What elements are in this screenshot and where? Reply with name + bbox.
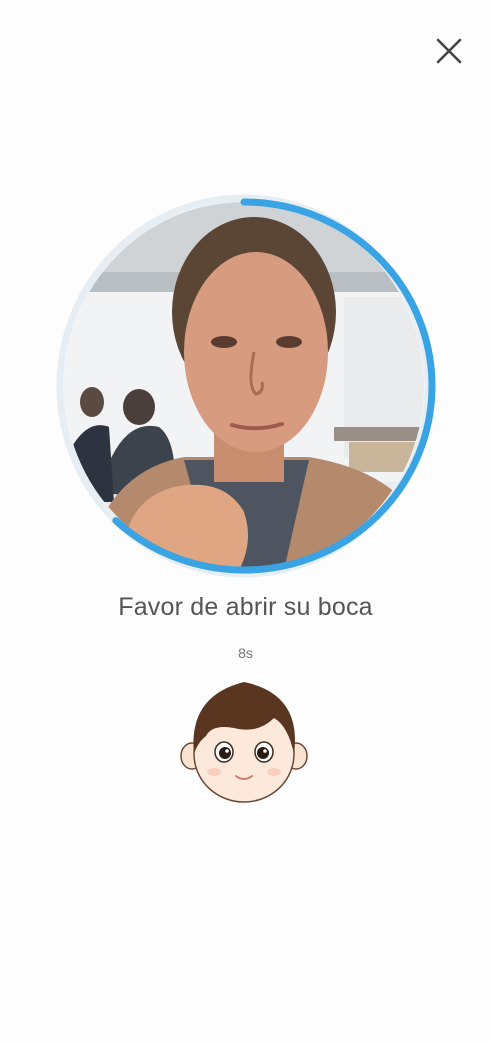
instruction-text: Favor de abrir su boca <box>118 593 373 621</box>
face-illustration <box>178 676 310 806</box>
progress-ring <box>52 194 436 578</box>
close-button[interactable] <box>432 34 466 68</box>
close-icon <box>436 38 462 64</box>
countdown-timer: 8s <box>238 645 253 661</box>
face-icon <box>180 682 308 803</box>
camera-preview-frame <box>52 190 436 582</box>
